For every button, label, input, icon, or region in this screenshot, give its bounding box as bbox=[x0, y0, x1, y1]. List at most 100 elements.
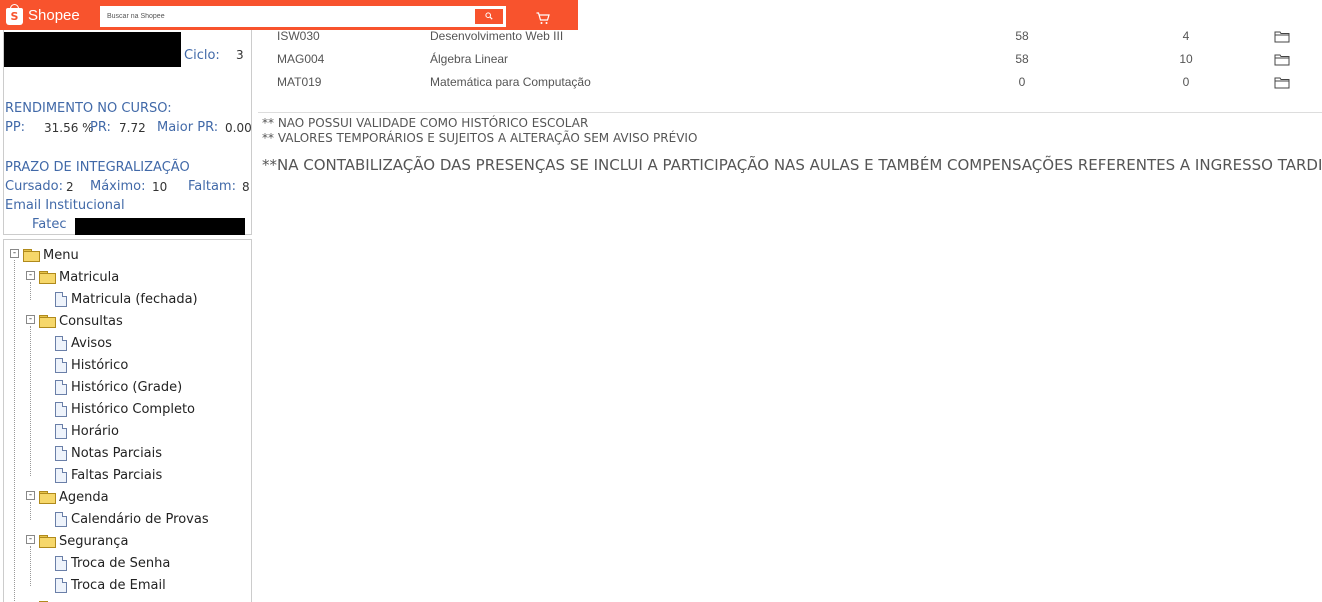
folder-icon bbox=[39, 491, 56, 504]
open-folder-icon[interactable] bbox=[1274, 30, 1291, 43]
content-divider bbox=[258, 112, 1322, 113]
disclaimer-note: ** VALORES TEMPORÁRIOS E SUJEITOS A ALTE… bbox=[262, 131, 698, 145]
pp-label: PP: bbox=[5, 120, 26, 135]
tree-line bbox=[30, 282, 31, 300]
tree-root-label: Menu bbox=[43, 247, 79, 263]
collapse-toggle[interactable]: - bbox=[10, 249, 19, 258]
ciclo-value: 3 bbox=[236, 48, 244, 62]
course-hours: 58 bbox=[1015, 29, 1029, 43]
menu-group-agenda[interactable]: Agenda bbox=[39, 488, 109, 506]
menu-group-matricula[interactable]: Matricula bbox=[39, 268, 119, 286]
open-folder-icon[interactable] bbox=[1274, 76, 1291, 89]
navigation-tree: - Menu - Matricula Matricula (fechada) -… bbox=[3, 239, 252, 602]
tree-line bbox=[14, 260, 15, 602]
rendimento-label: RENDIMENTO NO CURSO: bbox=[5, 101, 172, 116]
menu-item-historico[interactable]: Histórico bbox=[55, 356, 128, 374]
attendance-note: **NA CONTABILIZAÇÃO DAS PRESENÇAS SE INC… bbox=[262, 156, 1322, 174]
menu-group-consultas[interactable]: Consultas bbox=[39, 312, 123, 330]
table-row: ISW030 Desenvolvimento Web III 58 4 bbox=[277, 29, 1307, 49]
document-icon bbox=[55, 401, 67, 417]
disclaimer-note: ** NAO POSSUI VALIDADE COMO HISTÓRICO ES… bbox=[262, 116, 589, 130]
table-row: MAG004 Álgebra Linear 58 10 bbox=[277, 52, 1307, 72]
course-code: MAT019 bbox=[277, 75, 322, 89]
folder-icon bbox=[39, 315, 56, 328]
search-button[interactable] bbox=[475, 9, 503, 24]
collapse-toggle[interactable]: - bbox=[26, 535, 35, 544]
collapse-toggle[interactable]: - bbox=[26, 271, 35, 280]
menu-group-seguranca[interactable]: Segurança bbox=[39, 532, 128, 550]
menu-item-matricula-fechada[interactable]: Matricula (fechada) bbox=[55, 290, 198, 308]
document-icon bbox=[55, 467, 67, 483]
course-name: Álgebra Linear bbox=[430, 52, 509, 66]
tree-root[interactable]: Menu bbox=[23, 246, 79, 264]
shopee-logo-icon[interactable]: S bbox=[6, 4, 23, 25]
pp-value: 31.56 % bbox=[44, 121, 94, 135]
collapse-toggle[interactable]: - bbox=[26, 315, 35, 324]
document-icon bbox=[55, 357, 67, 373]
course-absences: 4 bbox=[1182, 29, 1190, 43]
document-icon bbox=[55, 577, 67, 593]
tree-line bbox=[30, 326, 31, 476]
tree-line bbox=[30, 502, 31, 520]
shopee-brand[interactable]: Shopee bbox=[28, 7, 80, 24]
menu-item-label: Histórico (Grade) bbox=[71, 379, 183, 395]
pr-label: PR: bbox=[90, 120, 111, 135]
pr-value: 7.72 bbox=[119, 121, 146, 135]
course-name: Matemática para Computação bbox=[430, 75, 591, 89]
course-hours: 0 bbox=[1018, 75, 1026, 89]
prazo-label: PRAZO DE INTEGRALIZAÇÃO bbox=[5, 160, 190, 175]
menu-item-troca-senha[interactable]: Troca de Senha bbox=[55, 554, 170, 572]
menu-item-label: Matricula (fechada) bbox=[71, 291, 198, 307]
document-icon bbox=[55, 379, 67, 395]
faltam-value: 8 bbox=[242, 180, 250, 194]
menu-group-label: Matricula bbox=[59, 269, 120, 285]
menu-item-label: Avisos bbox=[71, 335, 112, 351]
course-code: MAG004 bbox=[277, 52, 325, 66]
table-row: MAT019 Matemática para Computação 0 0 bbox=[277, 75, 1307, 95]
folder-icon bbox=[39, 535, 56, 548]
menu-group-partial[interactable] bbox=[39, 598, 55, 602]
tree-line bbox=[30, 546, 31, 586]
document-icon bbox=[55, 555, 67, 571]
menu-item-label: Troca de Senha bbox=[71, 555, 171, 571]
menu-item-historico-grade[interactable]: Histórico (Grade) bbox=[55, 378, 182, 396]
menu-item-historico-completo[interactable]: Histórico Completo bbox=[55, 400, 195, 418]
ciclo-label: Ciclo: bbox=[184, 48, 220, 63]
menu-item-horario[interactable]: Horário bbox=[55, 422, 119, 440]
search-box bbox=[100, 6, 506, 27]
menu-item-label: Histórico Completo bbox=[71, 401, 196, 417]
menu-group-label: Agenda bbox=[59, 489, 109, 505]
menu-item-calendario-provas[interactable]: Calendário de Provas bbox=[55, 510, 209, 528]
cursado-value: 2 bbox=[66, 180, 74, 194]
cart-icon[interactable] bbox=[536, 12, 550, 25]
folder-icon bbox=[39, 271, 56, 284]
menu-item-label: Notas Parciais bbox=[71, 445, 163, 461]
menu-item-label: Faltas Parciais bbox=[71, 467, 163, 483]
redacted-name bbox=[4, 32, 181, 67]
folder-icon bbox=[23, 249, 40, 262]
menu-item-faltas-parciais[interactable]: Faltas Parciais bbox=[55, 466, 162, 484]
course-code: ISW030 bbox=[277, 29, 320, 43]
document-icon bbox=[55, 423, 67, 439]
course-hours: 58 bbox=[1015, 52, 1029, 66]
menu-item-label: Histórico bbox=[71, 357, 129, 373]
menu-item-label: Calendário de Provas bbox=[71, 511, 209, 527]
maior-pr-value: 0.00 bbox=[225, 121, 252, 135]
menu-item-avisos[interactable]: Avisos bbox=[55, 334, 112, 352]
menu-group-label: Segurança bbox=[59, 533, 129, 549]
email-label: Email Institucional bbox=[5, 198, 125, 213]
menu-item-label: Troca de Email bbox=[71, 577, 166, 593]
document-icon bbox=[55, 335, 67, 351]
search-input[interactable] bbox=[101, 7, 473, 26]
menu-group-label: Consultas bbox=[59, 313, 123, 329]
open-folder-icon[interactable] bbox=[1274, 53, 1291, 66]
document-icon bbox=[55, 445, 67, 461]
menu-item-notas-parciais[interactable]: Notas Parciais bbox=[55, 444, 162, 462]
search-icon bbox=[485, 12, 493, 20]
collapse-toggle[interactable]: - bbox=[26, 491, 35, 500]
menu-item-label: Horário bbox=[71, 423, 119, 439]
course-absences: 0 bbox=[1182, 75, 1190, 89]
course-absences: 10 bbox=[1179, 52, 1193, 66]
redacted-email bbox=[75, 218, 245, 235]
menu-item-troca-email[interactable]: Troca de Email bbox=[55, 576, 166, 594]
